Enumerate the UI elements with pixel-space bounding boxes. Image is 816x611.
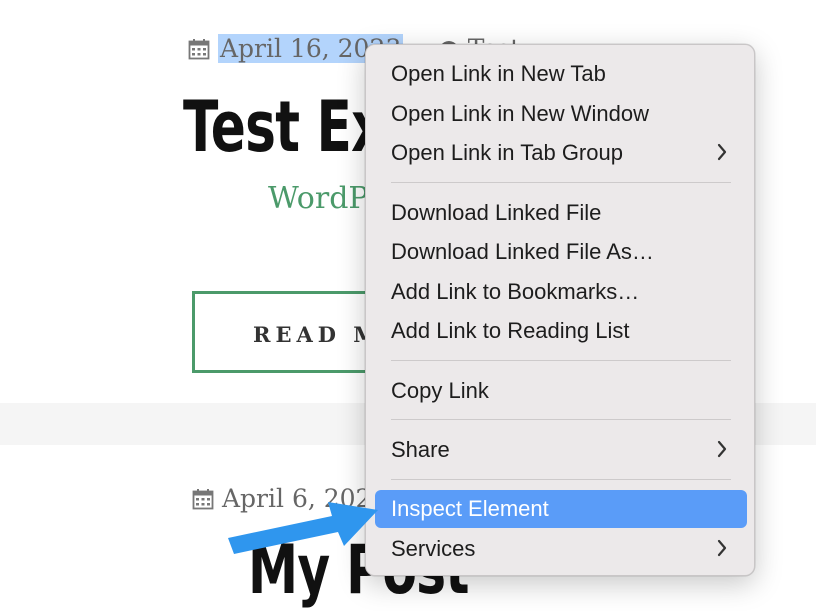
context-menu: Open Link in New Tab Open Link in New Wi… — [365, 44, 755, 576]
chevron-right-icon — [717, 539, 727, 557]
chevron-right-icon — [717, 143, 727, 161]
menu-item-label: Open Link in New Tab — [391, 61, 606, 86]
menu-separator — [391, 360, 731, 361]
menu-separator — [391, 479, 731, 480]
menu-item-label: Open Link in Tab Group — [391, 140, 623, 165]
arrow-icon — [228, 502, 378, 554]
menu-item-label: Inspect Element — [391, 496, 549, 521]
menu-item-label: Open Link in New Window — [391, 101, 650, 126]
menu-item-open-tab-group[interactable]: Open Link in Tab Group — [375, 134, 747, 172]
menu-item-add-to-bookmarks[interactable]: Add Link to Bookmarks… — [375, 273, 747, 311]
menu-item-open-new-tab[interactable]: Open Link in New Tab — [375, 55, 747, 93]
menu-separator — [391, 182, 731, 183]
menu-item-share[interactable]: Share — [375, 431, 747, 469]
menu-item-inspect-element[interactable]: Inspect Element — [375, 490, 747, 528]
menu-item-label: Add Link to Bookmarks… — [391, 279, 640, 304]
menu-item-copy-link[interactable]: Copy Link — [375, 372, 747, 410]
menu-item-download-linked-file-as[interactable]: Download Linked File As… — [375, 233, 747, 271]
menu-item-download-linked-file[interactable]: Download Linked File — [375, 194, 747, 232]
menu-item-label: Services — [391, 536, 476, 561]
chevron-right-icon — [717, 440, 727, 458]
menu-separator — [391, 419, 731, 420]
menu-item-label: Copy Link — [391, 378, 489, 403]
menu-item-add-to-reading-list[interactable]: Add Link to Reading List — [375, 312, 747, 350]
calendar-icon — [188, 38, 210, 59]
menu-item-open-new-window[interactable]: Open Link in New Window — [375, 95, 747, 133]
menu-item-services[interactable]: Services — [375, 530, 747, 568]
calendar-icon — [192, 488, 214, 509]
menu-item-label: Download Linked File — [391, 200, 602, 225]
menu-item-label: Share — [391, 437, 450, 462]
menu-item-label: Add Link to Reading List — [391, 318, 630, 343]
menu-item-label: Download Linked File As… — [391, 239, 654, 264]
